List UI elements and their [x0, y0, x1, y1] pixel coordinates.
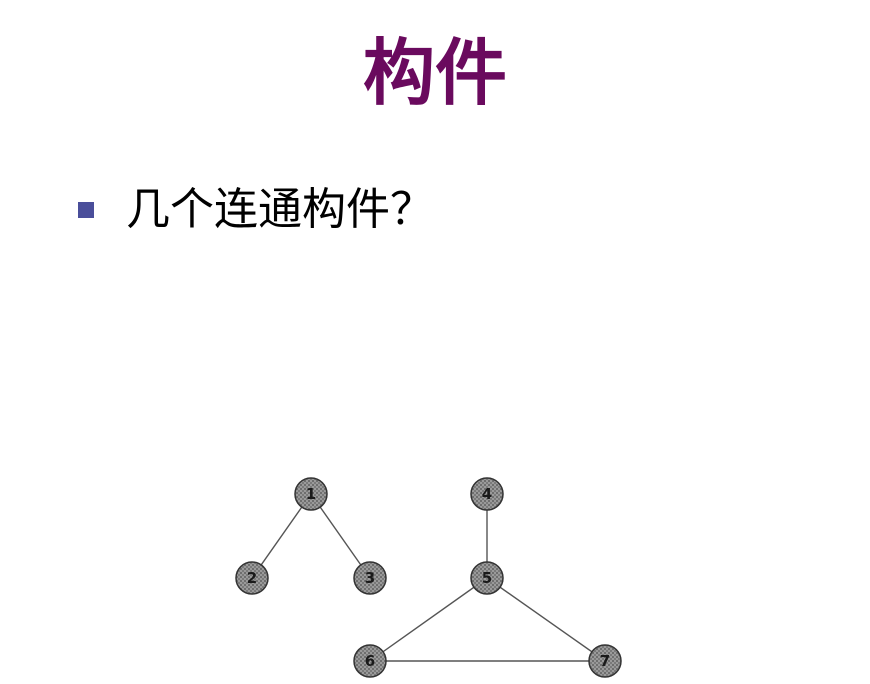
node-label: 7 — [600, 652, 610, 670]
node-5: 5 — [470, 561, 504, 595]
slide: 构件 几个连通构件？ 1234567 — [0, 0, 870, 684]
node-label: 4 — [482, 485, 492, 503]
node-label: 3 — [365, 569, 375, 587]
edges-layer — [251, 493, 606, 662]
node-7: 7 — [588, 644, 622, 678]
node-4: 4 — [470, 477, 504, 511]
node-label: 6 — [365, 652, 375, 670]
graph-diagram: 1 2 3 4 5 6 7 — [235, 477, 622, 678]
edge-5-6 — [369, 577, 488, 662]
nodes-layer: 1 2 3 4 5 6 7 — [235, 477, 622, 678]
node-3: 3 — [353, 561, 387, 595]
node-label: 2 — [247, 569, 257, 587]
node-label: 5 — [482, 569, 492, 587]
node-2: 2 — [235, 561, 269, 595]
node-label: 1 — [306, 485, 316, 503]
edge-5-7 — [486, 577, 606, 662]
node-1: 1 — [294, 477, 328, 511]
node-6: 6 — [353, 644, 387, 678]
